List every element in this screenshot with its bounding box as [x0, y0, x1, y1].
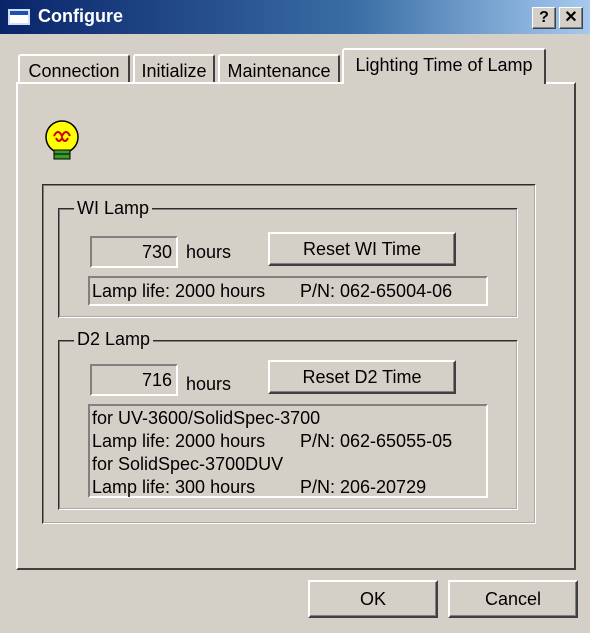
d2-lamp-life-2: Lamp life: 300 hours — [92, 477, 256, 497]
wi-lamp-life: Lamp life: 2000 hours — [92, 281, 266, 301]
tab-initialize[interactable]: Initialize — [133, 54, 215, 84]
help-button[interactable]: ? — [532, 7, 556, 29]
d2-part-number-1: P/N: 062-65055-05 — [300, 431, 453, 451]
d2-hours-field: 716 — [90, 364, 178, 396]
window-title: Configure — [38, 6, 123, 26]
wi-info-box: Lamp life: 2000 hours P/N: 062-65004-06 — [88, 276, 488, 306]
d2-model-line-2: for SolidSpec-3700DUV — [92, 454, 284, 474]
window-icon — [8, 9, 30, 25]
d2-part-number-2: P/N: 206-20729 — [300, 477, 427, 497]
d2-hours-unit: hours — [186, 374, 232, 394]
tab-maintenance[interactable]: Maintenance — [218, 54, 340, 84]
tab-lighting-time-of-lamp[interactable]: Lighting Time of Lamp — [342, 48, 546, 84]
ok-button[interactable]: OK — [308, 580, 438, 618]
wi-hours-field: 730 — [90, 236, 178, 268]
wi-lamp-label: WI Lamp — [74, 198, 153, 219]
wi-part-number: P/N: 062-65004-06 — [300, 281, 453, 301]
tab-connection[interactable]: Connection — [18, 54, 130, 84]
d2-model-line-1: for UV-3600/SolidSpec-3700 — [92, 408, 321, 428]
light-bulb-icon — [45, 120, 79, 160]
reset-d2-time-button[interactable]: Reset D2 Time — [268, 360, 456, 394]
d2-lamp-life-1: Lamp life: 2000 hours — [92, 431, 266, 451]
reset-wi-time-button[interactable]: Reset WI Time — [268, 232, 456, 266]
d2-lamp-label: D2 Lamp — [74, 329, 154, 350]
close-button[interactable]: ✕ — [559, 7, 583, 29]
title-bar: Configure ? ✕ — [0, 0, 590, 34]
tab-panel: WI Lamp 730 hours Reset WI Time Lamp lif… — [16, 82, 576, 570]
d2-info-box: for UV-3600/SolidSpec-3700 Lamp life: 20… — [88, 404, 488, 498]
wi-hours-unit: hours — [186, 242, 232, 262]
cancel-button[interactable]: Cancel — [448, 580, 578, 618]
